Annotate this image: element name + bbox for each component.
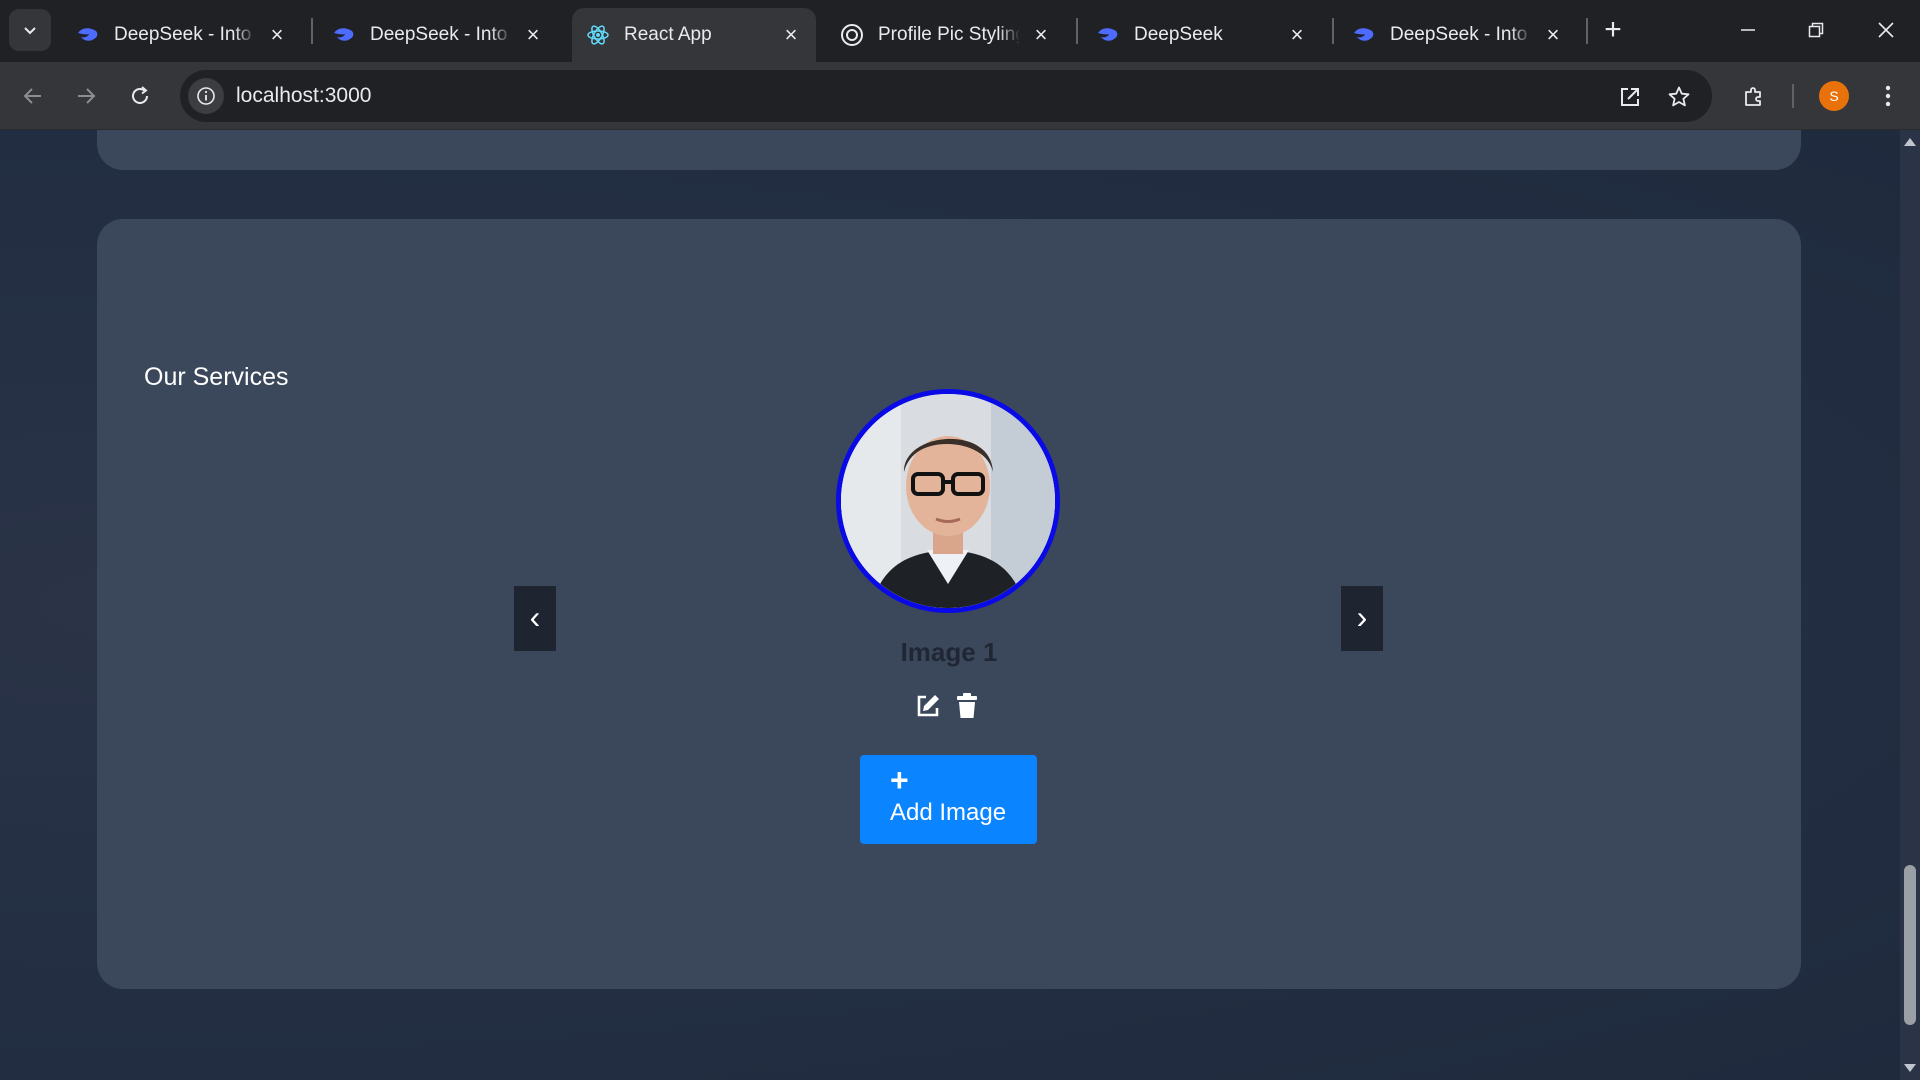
- external-link-icon: [1621, 88, 1639, 106]
- deepseek-icon: [332, 23, 356, 47]
- address-bar[interactable]: localhost:3000: [180, 70, 1712, 122]
- arrow-right-icon: [78, 88, 96, 104]
- close-icon[interactable]: ×: [1542, 24, 1564, 46]
- minimize-icon: [1741, 29, 1755, 31]
- tab-title: DeepSeek - Into the: [114, 24, 256, 45]
- info-icon: [197, 87, 215, 105]
- tab-strip: DeepSeek - Into the × DeepSeek - Into th…: [0, 0, 1920, 62]
- chevron-down-icon: [24, 27, 36, 35]
- forward-button[interactable]: [66, 76, 106, 116]
- previous-section-card: [97, 130, 1801, 170]
- react-icon: [586, 23, 610, 47]
- section-title: Our Services: [144, 363, 289, 391]
- url-text[interactable]: localhost:3000: [236, 84, 371, 108]
- plus-icon: +: [890, 762, 909, 798]
- tab-divider: [1076, 18, 1078, 44]
- tab-divider: [311, 18, 313, 44]
- scroll-up-arrow[interactable]: [1904, 138, 1916, 146]
- browser-tab-active[interactable]: React App ×: [572, 8, 816, 62]
- page-scrollbar[interactable]: [1900, 130, 1920, 1080]
- browser-tab[interactable]: DeepSeek ×: [1082, 8, 1322, 62]
- tab-title: DeepSeek: [1134, 24, 1223, 45]
- profile-image: [836, 389, 1060, 613]
- open-in-app-button[interactable]: [1615, 82, 1645, 112]
- browser-tab[interactable]: DeepSeek - Into the ×: [318, 8, 558, 62]
- page-viewport: Our Services ‹ › Image 1 + Add Image: [0, 130, 1900, 1080]
- browser-toolbar: localhost:3000 S: [0, 62, 1920, 130]
- image-caption: Image 1: [900, 637, 998, 667]
- add-image-button[interactable]: + Add Image: [860, 755, 1037, 844]
- tab-title: DeepSeek - Into the: [370, 24, 512, 45]
- openai-icon: [840, 23, 864, 47]
- scroll-down-arrow[interactable]: [1904, 1064, 1916, 1072]
- delete-button[interactable]: [953, 692, 981, 720]
- back-button[interactable]: [13, 76, 53, 116]
- arrow-left-icon: [23, 88, 41, 104]
- reload-icon: [132, 86, 148, 104]
- tab-title: DeepSeek - Into the: [1390, 24, 1532, 45]
- reload-button[interactable]: [120, 76, 160, 116]
- extensions-button[interactable]: [1734, 76, 1774, 116]
- bookmark-button[interactable]: [1664, 82, 1694, 112]
- edit-button[interactable]: [914, 692, 942, 720]
- browser-tab[interactable]: Profile Pic Styling / ×: [826, 8, 1066, 62]
- restore-icon: [1808, 22, 1824, 38]
- carousel-next-button[interactable]: ›: [1341, 586, 1383, 651]
- trash-icon: [957, 693, 977, 718]
- new-tab-button[interactable]: +: [1596, 14, 1630, 48]
- close-icon[interactable]: ×: [1030, 24, 1052, 46]
- close-icon[interactable]: ×: [266, 24, 288, 46]
- star-icon: [1668, 86, 1690, 107]
- edit-icon: [917, 695, 939, 717]
- tab-title: React App: [624, 24, 712, 45]
- more-vertical-icon: [1885, 85, 1891, 107]
- window-close-button[interactable]: [1852, 0, 1920, 60]
- close-icon: [1878, 22, 1894, 38]
- browser-tab[interactable]: DeepSeek - Into the ×: [62, 8, 302, 62]
- deepseek-icon: [76, 23, 100, 47]
- tab-divider: [1586, 18, 1588, 44]
- browser-tab[interactable]: DeepSeek - Into the ×: [1338, 8, 1578, 62]
- services-card: Our Services ‹ › Image 1 + Add Image: [97, 219, 1801, 989]
- close-icon[interactable]: ×: [1286, 24, 1308, 46]
- scrollbar-thumb[interactable]: [1904, 865, 1916, 1025]
- add-image-label: Add Image: [890, 799, 1007, 826]
- close-icon[interactable]: ×: [780, 24, 802, 46]
- tab-divider: [1332, 18, 1334, 44]
- carousel-prev-button[interactable]: ‹: [514, 586, 556, 651]
- close-icon[interactable]: ×: [522, 24, 544, 46]
- toolbar-divider: [1792, 84, 1794, 108]
- profile-avatar[interactable]: S: [1819, 81, 1849, 111]
- browser-menu-button[interactable]: [1868, 76, 1908, 116]
- tab-search-button[interactable]: [9, 9, 51, 51]
- tab-title: Profile Pic Styling /: [878, 24, 1020, 45]
- site-info-button[interactable]: [188, 78, 224, 114]
- restore-button[interactable]: [1782, 0, 1850, 60]
- puzzle-icon: [1745, 87, 1761, 106]
- deepseek-icon: [1352, 23, 1376, 47]
- deepseek-icon: [1096, 23, 1120, 47]
- minimize-button[interactable]: [1714, 0, 1782, 60]
